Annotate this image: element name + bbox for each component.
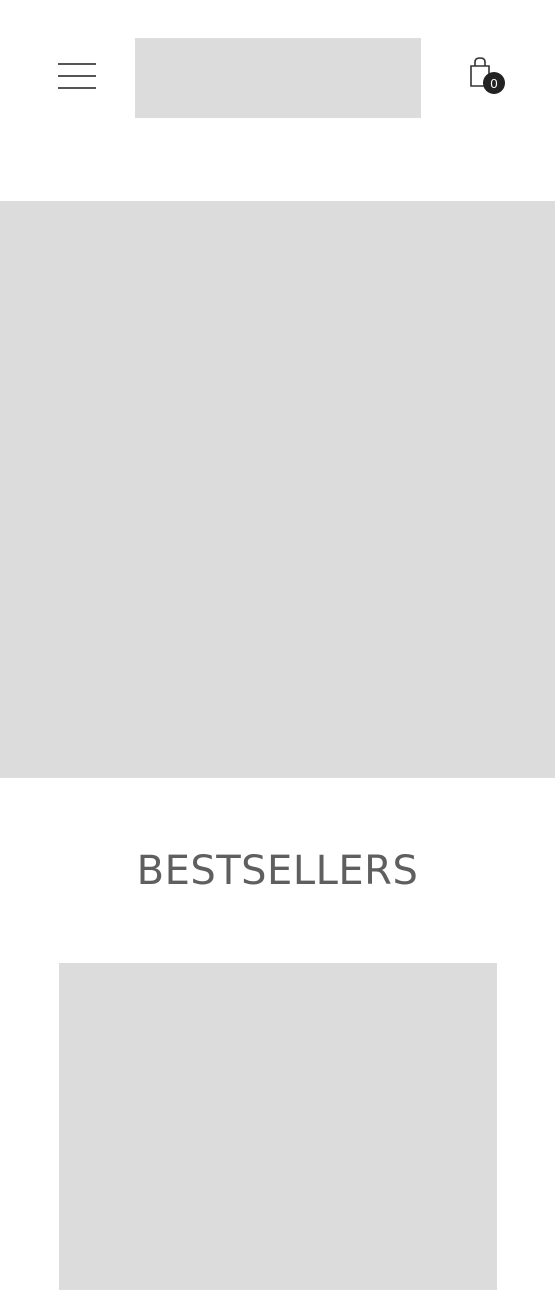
menu-bar-top [58,63,96,65]
menu-bar-middle [58,75,96,77]
logo[interactable] [135,38,421,118]
menu-bar-bottom [58,87,96,89]
site-header: 0 [0,0,555,200]
cart-button[interactable]: 0 [467,56,509,98]
cart-count-badge: 0 [483,72,505,94]
hero-banner[interactable] [0,201,555,778]
menu-button[interactable] [58,60,96,92]
bestsellers-title: BESTSELLERS [136,848,419,894]
product-card[interactable] [59,963,497,1290]
